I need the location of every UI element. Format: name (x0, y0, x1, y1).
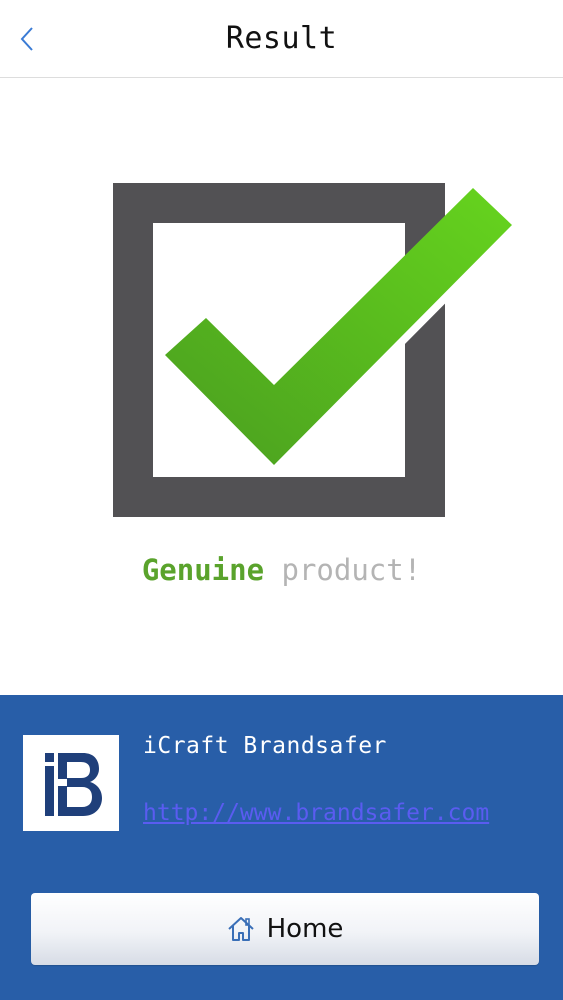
brandsafer-logo (23, 735, 119, 831)
brand-name: iCraft Brandsafer (143, 733, 387, 759)
result-status-text: product! (281, 553, 422, 587)
result-message: Genuine product! (0, 548, 563, 592)
result-status-word: Genuine (141, 553, 265, 587)
home-icon (227, 915, 255, 943)
brand-website-link[interactable]: http://www.brandsafer.com (143, 800, 489, 826)
back-button[interactable] (10, 20, 44, 58)
brand-panel: iCraft Brandsafer http://www.brandsafer.… (0, 695, 563, 1000)
home-button[interactable]: Home (31, 893, 539, 965)
home-button-label: Home (266, 914, 344, 944)
checkbox-checked-icon (110, 180, 520, 525)
chevron-left-icon (20, 27, 33, 51)
result-screen: Result Genuine product! iCraft Brandsafe… (0, 0, 563, 1000)
nav-header: Result (0, 0, 563, 78)
page-title: Result (225, 21, 338, 56)
